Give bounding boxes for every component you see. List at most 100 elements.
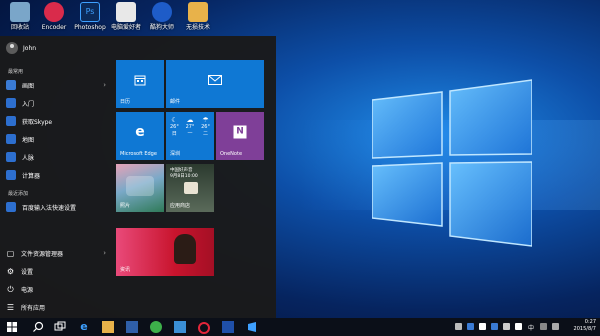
tile-calendar[interactable]: 日历 xyxy=(116,60,164,108)
tile-mail[interactable]: 邮件 xyxy=(166,60,264,108)
bottom-item-label: 设置 xyxy=(21,268,34,276)
opera-icon[interactable] xyxy=(198,322,210,334)
chevron-right-icon[interactable]: › xyxy=(103,81,106,89)
tile-label: 邮件 xyxy=(170,99,181,105)
windows-icon[interactable] xyxy=(246,321,258,333)
task-view-icon[interactable] xyxy=(54,321,66,333)
desktop-icon-encoder[interactable]: Encoder xyxy=(34,2,74,32)
network-icon[interactable] xyxy=(467,323,474,330)
tile-store[interactable]: 中国好声音 9月8日10:00 应用商店 xyxy=(166,164,214,212)
sync-icon[interactable] xyxy=(491,323,498,330)
start-icon[interactable] xyxy=(6,321,18,333)
desktop-icon-folder[interactable]: 无损技术 xyxy=(178,2,218,32)
chevron-right-icon[interactable]: › xyxy=(103,249,106,257)
app-icon[interactable] xyxy=(222,321,234,333)
list-icon: ☰ xyxy=(6,302,15,312)
bottom-item-label: 所有应用 xyxy=(21,304,46,312)
tile-label: 日历 xyxy=(120,99,131,105)
windows-logo-wallpaper xyxy=(372,79,532,247)
people-icon xyxy=(6,152,16,162)
keyboard-icon[interactable] xyxy=(540,323,547,330)
tile-news[interactable]: 资讯 xyxy=(116,228,214,276)
app-label: 画图 xyxy=(22,82,35,90)
tile-edge[interactable]: e Microsoft Edge xyxy=(116,112,164,160)
rain-icon: ☂ xyxy=(202,116,209,124)
desktop-icon-label: 酷狗大师 xyxy=(149,24,174,31)
explorer-icon[interactable] xyxy=(102,321,114,333)
tile-photos[interactable]: 照片 xyxy=(116,164,164,212)
recently-added-title: 最近添加 xyxy=(8,191,29,197)
onenote-icon: N xyxy=(233,125,247,139)
folder-icon xyxy=(188,2,208,22)
file-explorer-item[interactable]: ▢ 文件资源管理器 › xyxy=(6,246,110,260)
gear-icon: ⚙ xyxy=(6,266,15,276)
desktop-icon-kugou[interactable]: 酷狗大师 xyxy=(142,2,182,32)
cloud-icon: ☁ xyxy=(186,116,194,124)
battery-icon[interactable] xyxy=(503,323,510,330)
book-icon xyxy=(116,2,136,22)
app-item-skype[interactable]: 获取Skype xyxy=(6,114,110,128)
ime-indicator[interactable]: 中 xyxy=(528,323,534,332)
app-item-people[interactable]: 人脉 xyxy=(6,150,110,164)
weather-day: ☂ 26° 二 xyxy=(201,116,210,137)
all-apps-item[interactable]: ☰ 所有应用 xyxy=(6,300,110,314)
wechat-icon[interactable] xyxy=(150,321,162,333)
skype-icon xyxy=(6,116,16,126)
tile-weather[interactable]: ☾ 26° 日 ☁ 27° 一 ☂ 26° 二 深圳 xyxy=(166,112,214,160)
app-item-baidu-ime[interactable]: 百度输入法快速设置 xyxy=(6,200,110,214)
app-item-get-started[interactable]: 入门 xyxy=(6,96,110,110)
app-item-maps[interactable]: 地图 xyxy=(6,132,110,146)
taskbar: e 中 0:27 2015/8/7 xyxy=(0,318,600,336)
weather-day: ☾ 26° 日 xyxy=(170,116,179,137)
folder-icon: ▢ xyxy=(6,248,15,258)
store-headline: 中国好声音 9月8日10:00 xyxy=(170,168,198,180)
clock-date: 2015/8/7 xyxy=(573,326,596,332)
most-used-title: 最常用 xyxy=(8,69,24,75)
tile-label: Microsoft Edge xyxy=(120,151,157,157)
power-item[interactable]: ⏻ 电源 xyxy=(6,282,110,296)
desktop-icon-label: Photoshop xyxy=(74,24,106,31)
tile-label: OneNote xyxy=(220,151,243,157)
app-label: 计算器 xyxy=(22,172,41,180)
moon-icon: ☾ xyxy=(171,116,178,124)
news-photo xyxy=(174,234,196,264)
volume-icon[interactable] xyxy=(479,323,486,330)
desktop-icon-row: 回收站 Encoder Ps Photoshop 电脑爱好者 酷狗大师 无损技术 xyxy=(0,0,600,36)
edge-icon: e xyxy=(135,124,145,141)
photoshop-icon: Ps xyxy=(80,2,100,22)
clock[interactable]: 0:27 2015/8/7 xyxy=(574,319,596,333)
app-item-calculator[interactable]: 计算器 xyxy=(6,168,110,182)
action-center-icon[interactable] xyxy=(552,323,559,330)
bottom-item-label: 电源 xyxy=(21,286,34,294)
encoder-icon xyxy=(44,2,64,22)
edge-icon[interactable]: e xyxy=(78,321,90,333)
photos-icon[interactable] xyxy=(174,321,186,333)
tray-up-arrow-icon[interactable] xyxy=(455,323,462,330)
clock-time: 0:27 xyxy=(584,319,596,325)
user-account[interactable]: John xyxy=(6,42,36,54)
app-label: 入门 xyxy=(22,100,35,108)
settings-item[interactable]: ⚙ 设置 xyxy=(6,264,110,278)
tile-label: 深圳 xyxy=(170,151,181,157)
app-label: 百度输入法快速设置 xyxy=(22,204,77,212)
desktop-icon-label: 电脑爱好者 xyxy=(110,24,141,31)
app-item-paint[interactable]: 画图 › xyxy=(6,78,110,92)
bottom-item-label: 文件资源管理器 xyxy=(21,250,64,258)
weather-day-label: 日 xyxy=(171,131,177,137)
notification-icon[interactable] xyxy=(515,323,522,330)
avatar xyxy=(6,42,18,54)
user-name: John xyxy=(23,44,37,52)
store-icon[interactable] xyxy=(126,321,138,333)
recycle-bin-icon xyxy=(10,2,30,22)
desktop-icon-photoshop[interactable]: Ps Photoshop xyxy=(70,2,110,32)
search-icon[interactable] xyxy=(32,321,44,333)
tile-label: 照片 xyxy=(120,203,131,209)
start-menu-app-list: John 最常用 画图 › 入门 获取Skype 地图 人脉 计算器 最近添加 xyxy=(0,36,112,318)
desktop-icon-label: Encoder xyxy=(41,24,67,31)
desktop-icon-book[interactable]: 电脑爱好者 xyxy=(106,2,146,32)
lightbulb-icon xyxy=(6,98,16,108)
calendar-icon xyxy=(134,75,146,86)
store-promo-image xyxy=(184,182,198,194)
app-label: 人脉 xyxy=(22,154,35,162)
tile-onenote[interactable]: N OneNote xyxy=(216,112,264,160)
